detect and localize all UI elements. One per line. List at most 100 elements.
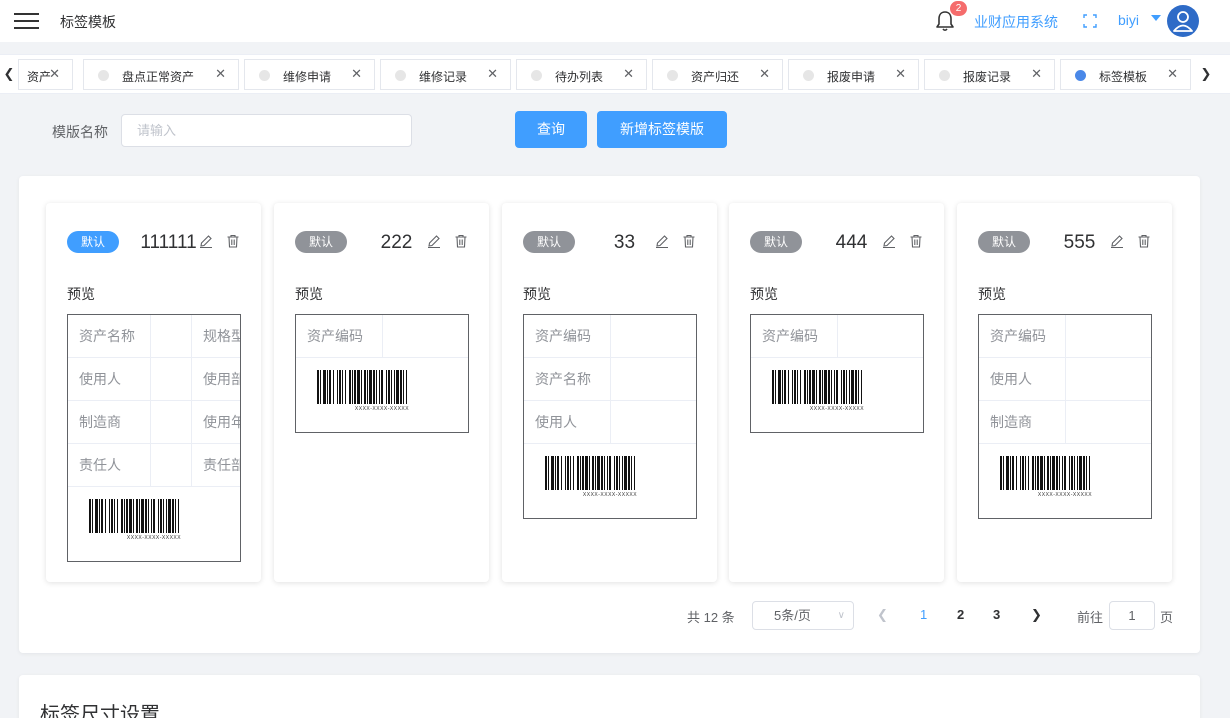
barcode-bar	[619, 456, 620, 490]
default-badge[interactable]: 默认	[978, 231, 1030, 253]
barcode-bar	[327, 370, 328, 404]
close-icon[interactable]: ✕	[351, 66, 362, 82]
tabs-scroll-right-icon[interactable]: ❯	[1197, 55, 1215, 93]
label-row: 制造商	[979, 401, 1151, 444]
label-cell: 制造商	[68, 401, 151, 444]
edit-icon[interactable]	[199, 234, 213, 248]
barcode-bar	[92, 499, 93, 533]
barcode-bar	[831, 370, 832, 404]
page-number[interactable]: 1	[920, 607, 927, 622]
preview-label: 预览	[978, 286, 1006, 302]
barcode-bar	[855, 370, 857, 404]
barcode-bar	[373, 370, 375, 404]
template-name-input[interactable]	[121, 114, 412, 147]
barcode-bar	[595, 456, 596, 490]
page-number[interactable]: 2	[957, 607, 964, 622]
prev-page-icon[interactable]: ❮	[877, 607, 888, 623]
goto-page-input[interactable]	[1109, 601, 1155, 630]
user-name[interactable]: biyi	[1118, 12, 1139, 28]
barcode-bar	[609, 456, 611, 490]
tab-repair-records[interactable]: 维修记录 ✕	[380, 59, 511, 90]
tab-label: 报废申请	[827, 70, 876, 84]
trash-icon[interactable]	[226, 234, 240, 248]
tab-scrap-records[interactable]: 报废记录 ✕	[924, 59, 1055, 90]
tab-label: 维修申请	[283, 70, 332, 84]
edit-icon[interactable]	[427, 234, 441, 248]
label-row: 资产编码	[979, 315, 1151, 358]
page-number[interactable]: 3	[993, 607, 1000, 622]
barcode-bar	[136, 499, 138, 533]
barcode-bar	[139, 499, 140, 533]
app-header: 标签模板 2 业财应用系统 biyi	[0, 0, 1230, 42]
barcode-text: XXXX-XXXX-XXXXX	[1037, 492, 1093, 498]
barcode-bar	[339, 370, 341, 404]
barcode-bar	[1012, 456, 1014, 490]
template-card: 默认 444 预览 资产编码 XXXX-XXXX-XXXXX	[729, 203, 944, 582]
preview-label: 预览	[523, 286, 551, 302]
close-icon[interactable]: ✕	[1167, 66, 1178, 82]
next-page-icon[interactable]: ❯	[1031, 607, 1042, 623]
barcode-bar	[555, 456, 556, 490]
add-template-button[interactable]: 新增标签模版	[597, 111, 727, 148]
edit-icon[interactable]	[1110, 234, 1124, 248]
edit-icon[interactable]	[882, 234, 896, 248]
hamburger-icon[interactable]	[14, 13, 39, 29]
tab-scrap-request[interactable]: 报废申请 ✕	[788, 59, 919, 90]
template-card: 默认 555 预览 资产编码 使用人 制造商 XXXX-XXXX-XXXXX	[957, 203, 1172, 582]
default-badge[interactable]: 默认	[750, 231, 802, 253]
tab-label-template[interactable]: 标签模板 ✕	[1060, 59, 1191, 90]
barcode-bar	[834, 370, 835, 404]
trash-icon[interactable]	[1137, 234, 1151, 248]
preview-label: 预览	[750, 286, 778, 302]
tab-repair-request[interactable]: 维修申请 ✕	[244, 59, 375, 90]
tab-inventory-normal-assets[interactable]: 盘点正常资产 ✕	[83, 59, 239, 90]
barcode-bar	[166, 499, 167, 533]
label-cell: 使用人	[979, 358, 1066, 401]
barcode-bar	[628, 456, 630, 490]
tab-asset-return[interactable]: 资产归还 ✕	[652, 59, 783, 90]
barcode-image	[1000, 456, 1090, 490]
barcode: XXXX-XXXX-XXXXX	[524, 444, 696, 518]
label-cell: 资产编码	[979, 315, 1066, 358]
barcode-text: XXXX-XXXX-XXXXX	[126, 535, 182, 541]
trash-icon[interactable]	[682, 234, 696, 248]
close-icon[interactable]: ✕	[623, 66, 634, 82]
barcode-bar	[121, 499, 123, 533]
barcode-bar	[114, 499, 115, 533]
label-cell: 使用人	[68, 358, 151, 401]
trash-icon[interactable]	[454, 234, 468, 248]
close-icon[interactable]: ✕	[49, 66, 60, 82]
close-icon[interactable]: ✕	[895, 66, 906, 82]
label-row: 资产名称	[524, 358, 696, 401]
barcode-bar	[379, 370, 380, 404]
fullscreen-icon[interactable]	[1083, 14, 1097, 28]
tab-asset[interactable]: 资产 ✕	[18, 59, 73, 90]
barcode-bar	[849, 370, 850, 404]
tab-todo-list[interactable]: 待办列表 ✕	[516, 59, 647, 90]
close-icon[interactable]: ✕	[1031, 66, 1042, 82]
barcode-bar	[342, 370, 343, 404]
chevron-down-icon[interactable]	[1151, 15, 1161, 21]
default-badge[interactable]: 默认	[67, 231, 119, 253]
default-badge[interactable]: 默认	[295, 231, 347, 253]
query-button[interactable]: 查询	[515, 111, 587, 148]
barcode-bar	[406, 370, 407, 404]
tabs-scroll-left-icon[interactable]: ❮	[0, 55, 18, 93]
trash-icon[interactable]	[909, 234, 923, 248]
barcode-bar	[349, 370, 351, 404]
close-icon[interactable]: ✕	[215, 66, 226, 82]
page-size-select[interactable]: 5条/页 ∨	[752, 601, 854, 630]
edit-icon[interactable]	[655, 234, 669, 248]
barcode-bar	[846, 370, 847, 404]
close-icon[interactable]: ✕	[487, 66, 498, 82]
barcode-bar	[812, 370, 815, 404]
close-icon[interactable]: ✕	[759, 66, 770, 82]
default-badge[interactable]: 默认	[523, 231, 575, 253]
system-link[interactable]: 业财应用系统	[974, 12, 1058, 32]
barcode-bar	[1010, 456, 1011, 490]
barcode-bar	[592, 456, 594, 490]
barcode-bar	[1083, 456, 1085, 490]
user-avatar-icon[interactable]	[1167, 5, 1199, 37]
section-title: 标签尺寸设置	[40, 704, 160, 718]
barcode-bar	[1032, 456, 1034, 490]
